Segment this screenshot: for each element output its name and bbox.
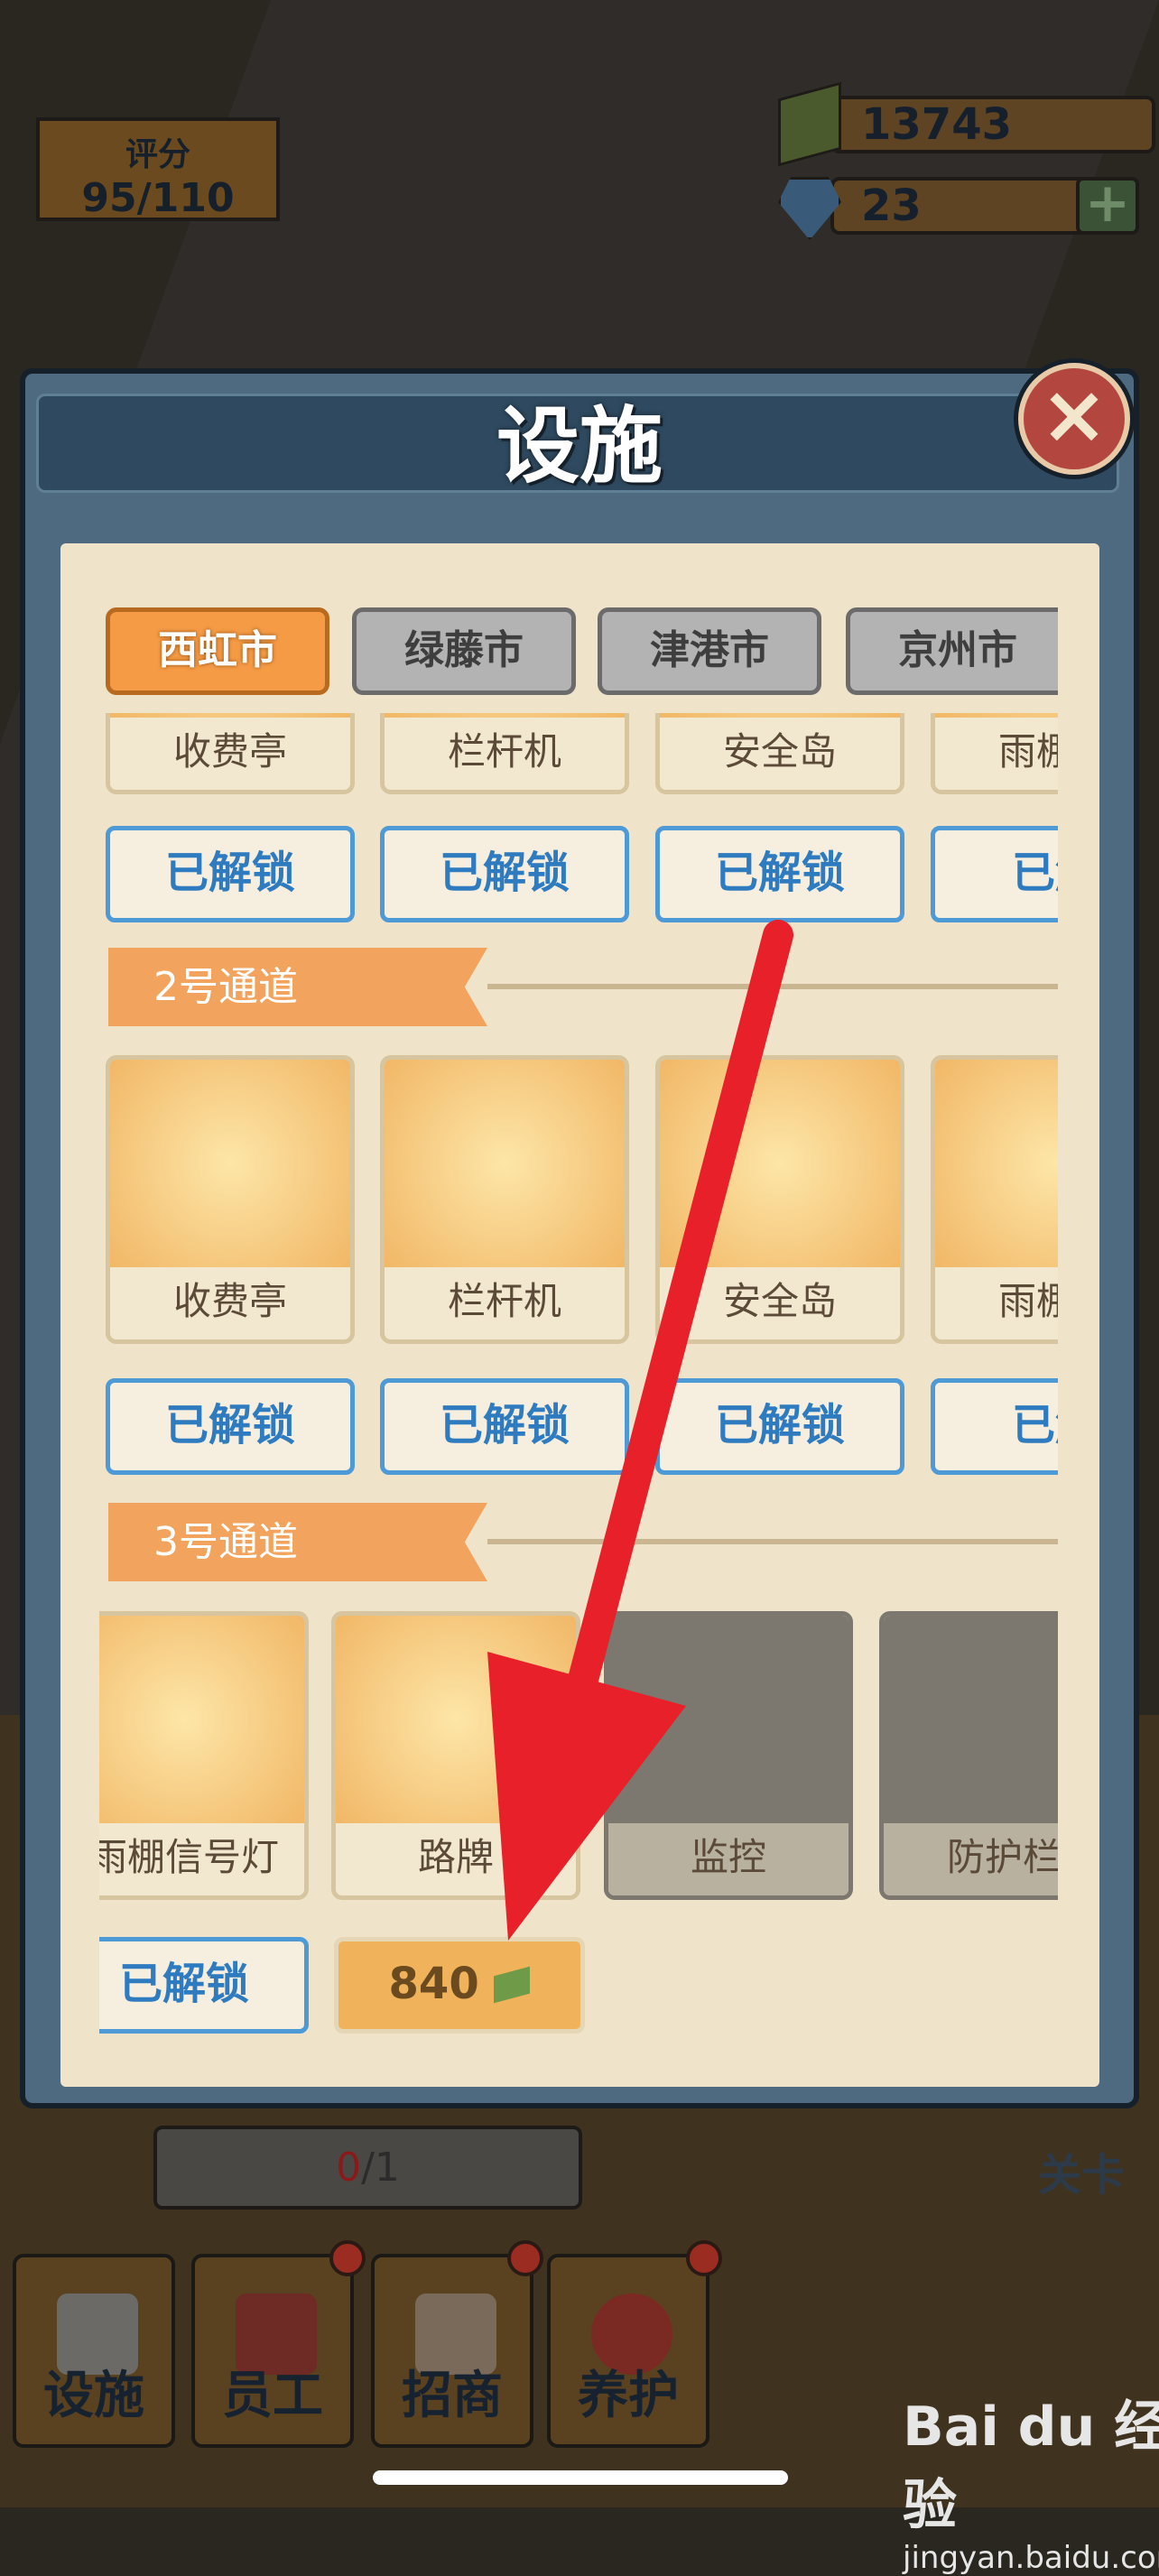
watermark-url: jingyan.baidu.com xyxy=(903,2540,1159,2576)
nav-label: 设施 xyxy=(43,2367,144,2425)
nav-maintenance[interactable]: 养护 xyxy=(547,2254,709,2448)
watermark: Bai du 经验 jingyan.baidu.com xyxy=(903,2383,1159,2576)
annotation-arrow xyxy=(487,920,793,1941)
notification-badge xyxy=(507,2240,543,2276)
notification-badge xyxy=(686,2240,722,2276)
notification-badge xyxy=(329,2240,366,2276)
watermark-brand: Bai du 经验 xyxy=(903,2395,1159,2537)
nav-label: 员工 xyxy=(222,2367,323,2425)
nav-label: 招商 xyxy=(402,2367,503,2425)
nav-staff[interactable]: 员工 xyxy=(191,2254,354,2448)
nav-investment[interactable]: 招商 xyxy=(371,2254,533,2448)
nav-facilities[interactable]: 设施 xyxy=(13,2254,175,2448)
home-indicator[interactable] xyxy=(373,2470,788,2485)
nav-label: 养护 xyxy=(578,2367,679,2425)
